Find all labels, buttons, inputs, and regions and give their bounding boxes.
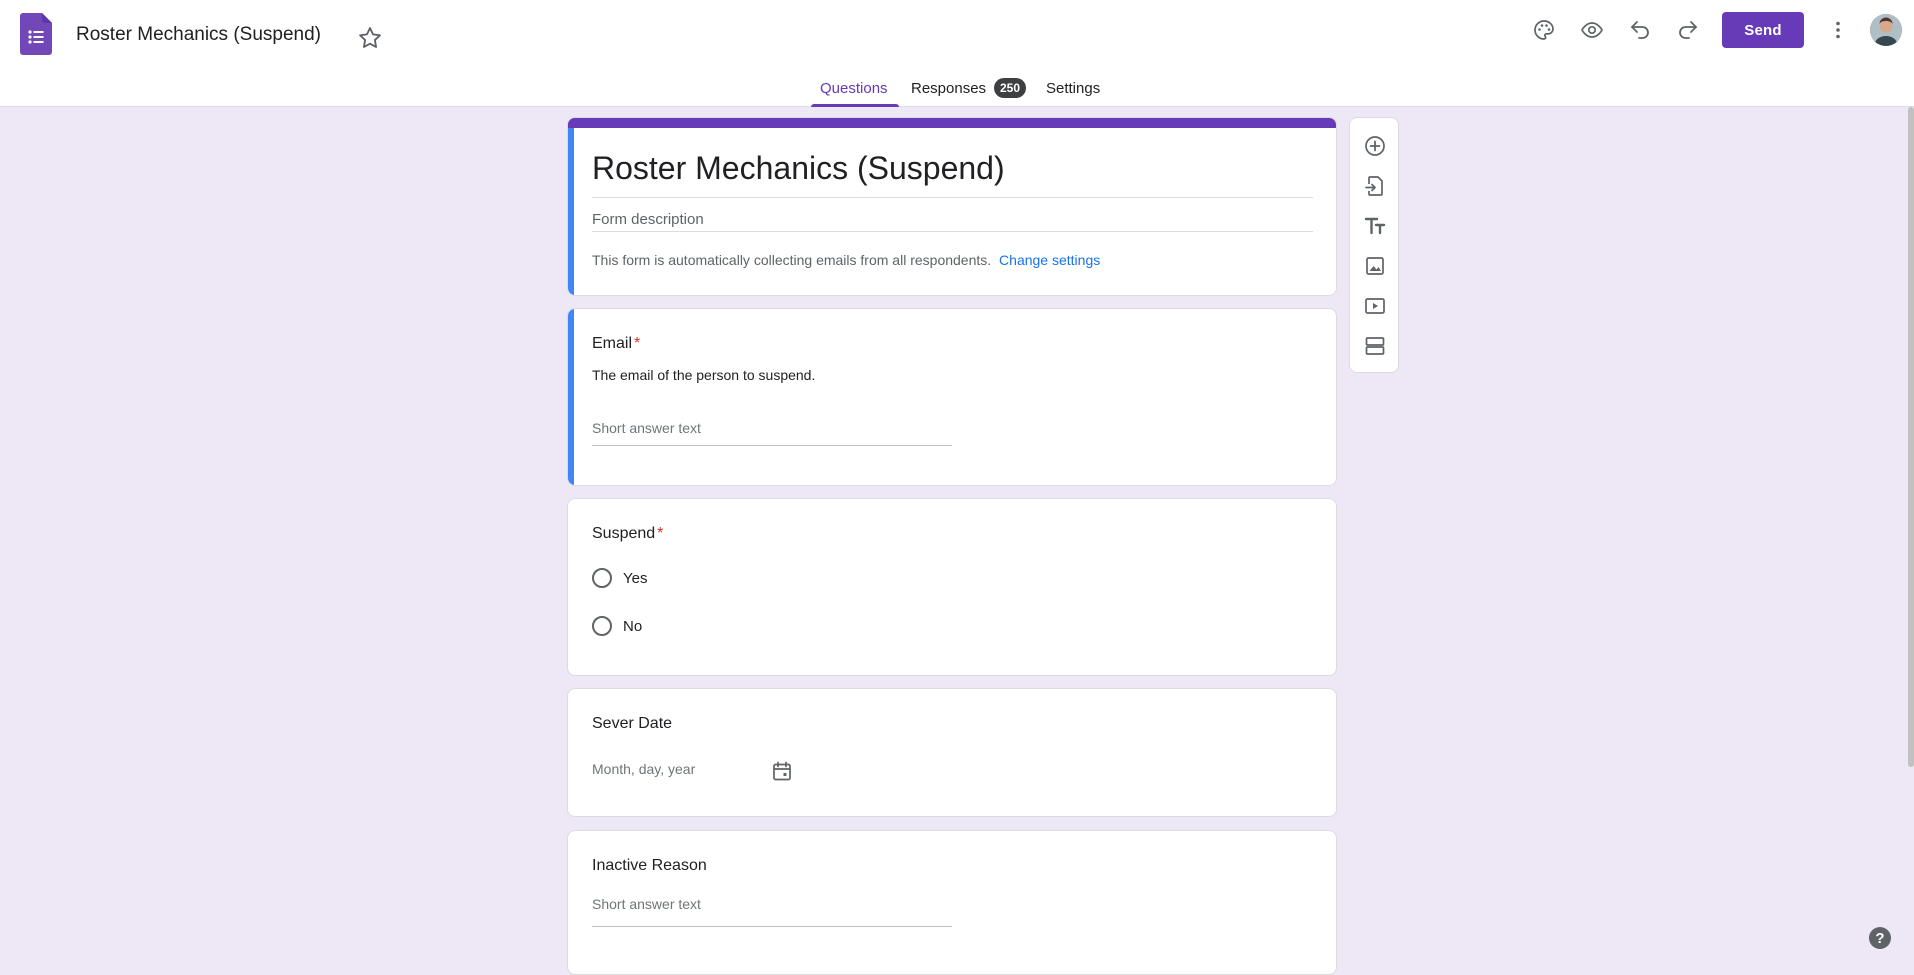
redo-icon[interactable]	[1672, 14, 1704, 46]
forms-logo-icon[interactable]	[20, 13, 52, 55]
help-icon[interactable]: ?	[1869, 927, 1891, 949]
avatar[interactable]	[1870, 14, 1902, 46]
required-asterisk: *	[634, 335, 641, 352]
theme-color-bar	[568, 118, 1336, 128]
change-settings-link[interactable]: Change settings	[999, 252, 1100, 268]
radio-option-yes[interactable]: Yes	[592, 568, 647, 588]
add-title-icon[interactable]	[1363, 214, 1387, 238]
add-video-icon[interactable]	[1363, 294, 1387, 318]
send-button[interactable]: Send	[1722, 12, 1804, 48]
add-image-icon[interactable]	[1363, 254, 1387, 278]
short-answer-underline	[592, 445, 952, 446]
import-questions-icon[interactable]	[1363, 174, 1387, 198]
question-title-text: Email	[592, 335, 633, 352]
question-card-sever-date[interactable]: Sever Date Month, day, year	[567, 688, 1337, 817]
more-vert-icon[interactable]	[1822, 14, 1854, 46]
form-description-field[interactable]: Form description	[592, 211, 704, 228]
question-card-suspend[interactable]: Suspend * Yes No	[567, 498, 1337, 676]
email-collection-note: This form is automatically collecting em…	[592, 252, 1100, 268]
email-collection-text: This form is automatically collecting em…	[592, 252, 992, 268]
required-asterisk: *	[657, 525, 664, 542]
radio-button[interactable]	[592, 616, 612, 636]
star-icon[interactable]	[356, 24, 384, 52]
calendar-icon[interactable]	[770, 759, 794, 783]
floating-toolbar	[1349, 117, 1399, 373]
question-description: The email of the person to suspend.	[592, 367, 816, 383]
question-title: Email *	[592, 335, 640, 353]
undo-icon[interactable]	[1624, 14, 1656, 46]
tab-settings[interactable]: Settings	[1046, 80, 1100, 97]
preview-icon[interactable]	[1576, 14, 1608, 46]
title-divider	[592, 197, 1313, 198]
radio-option-no[interactable]: No	[592, 616, 642, 636]
tab-questions[interactable]: Questions	[820, 80, 888, 97]
add-section-icon[interactable]	[1363, 334, 1387, 358]
palette-icon[interactable]	[1528, 14, 1560, 46]
scrollbar[interactable]	[1908, 107, 1914, 767]
question-card-email[interactable]: Email * The email of the person to suspen…	[567, 308, 1337, 486]
short-answer-underline	[592, 926, 952, 927]
radio-label: Yes	[623, 569, 648, 587]
question-title-text: Inactive Reason	[592, 857, 707, 874]
form-title-card[interactable]: Roster Mechanics (Suspend) Form descript…	[567, 117, 1337, 296]
tab-bar: Questions Responses 250 Settings	[0, 76, 1914, 107]
short-answer-placeholder: Short answer text	[592, 420, 701, 436]
active-tab-indicator	[811, 104, 899, 107]
form-title[interactable]: Roster Mechanics (Suspend)	[592, 150, 1005, 187]
question-card-inactive-reason[interactable]: Inactive Reason Short answer text	[567, 830, 1337, 975]
short-answer-placeholder: Short answer text	[592, 896, 701, 912]
app-header: Roster Mechanics (Suspend) Send Question…	[0, 0, 1914, 107]
description-divider	[592, 231, 1313, 232]
responses-count-badge: 250	[994, 78, 1027, 98]
question-title: Suspend *	[592, 525, 663, 543]
add-question-icon[interactable]	[1363, 134, 1387, 158]
tab-responses[interactable]: Responses	[911, 80, 986, 97]
document-title[interactable]: Roster Mechanics (Suspend)	[76, 24, 321, 46]
date-placeholder: Month, day, year	[592, 761, 696, 777]
question-title-text: Sever Date	[592, 715, 673, 732]
question-title-text: Suspend	[592, 525, 656, 542]
radio-button[interactable]	[592, 568, 612, 588]
radio-label: No	[623, 617, 643, 635]
